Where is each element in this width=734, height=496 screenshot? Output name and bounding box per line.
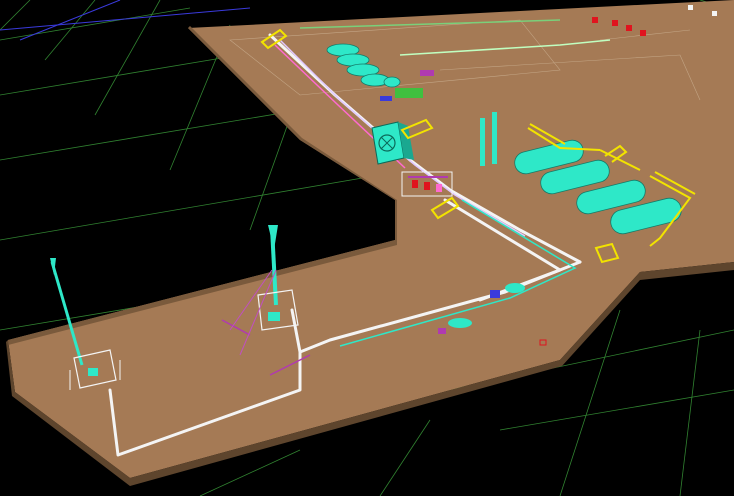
3d-model-viewport[interactable]: [0, 0, 734, 496]
scene-canvas[interactable]: [0, 0, 734, 496]
